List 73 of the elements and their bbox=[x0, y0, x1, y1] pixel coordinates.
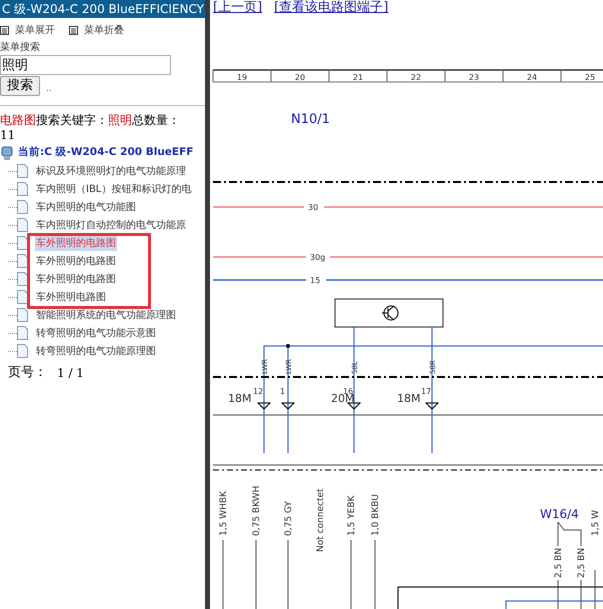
transistor-icon bbox=[382, 306, 398, 320]
ground-label: 20M bbox=[331, 392, 354, 405]
connector-symbol bbox=[424, 402, 440, 410]
tree-item[interactable]: 转弯照明的电气功能原理图 bbox=[35, 344, 157, 358]
search-label: 菜单搜索 bbox=[0, 42, 41, 54]
document-icon bbox=[17, 182, 28, 196]
menu-icon bbox=[69, 26, 78, 34]
wire-label: Not connectet bbox=[316, 488, 326, 552]
tree-root[interactable]: 当前:C 级-W204-C 200 BlueEFF bbox=[18, 145, 194, 161]
tree-item[interactable]: 转弯照明的电气功能示意图 bbox=[35, 326, 157, 340]
tree-item[interactable]: 车内照明的电气功能图 bbox=[35, 200, 137, 214]
document-icon bbox=[17, 236, 28, 250]
menu-link[interactable]: 菜单折叠 bbox=[84, 22, 124, 38]
category-label: 电路图 bbox=[0, 113, 36, 128]
document-icon bbox=[17, 164, 28, 178]
tree-item[interactable]: 标识及环境照明灯的电气功能原理 bbox=[35, 164, 187, 178]
document-icon bbox=[17, 254, 28, 268]
tree-item[interactable]: 车外照明电路图 bbox=[35, 290, 107, 304]
tree-item[interactable]: 车内照明灯自动控制的电气功能原 bbox=[35, 218, 187, 232]
search-button[interactable]: 搜索 bbox=[0, 76, 40, 96]
tree-item[interactable]: 车外照明的电路图 bbox=[35, 254, 117, 268]
column-number: 20 bbox=[294, 73, 306, 82]
computer-icon bbox=[1, 146, 15, 160]
document-icon bbox=[17, 344, 28, 358]
keyword-text: 照明 bbox=[108, 113, 132, 128]
wire-label: 0,75 BKWH bbox=[252, 486, 262, 536]
component-label: N10/1 bbox=[291, 112, 330, 127]
tree-item[interactable]: 车外照明的电路图 bbox=[35, 272, 117, 286]
separator-text: .. bbox=[46, 82, 52, 96]
count-text: 11 bbox=[0, 128, 16, 143]
wire-label: 1,5 WHBK bbox=[219, 491, 229, 536]
window-title: C 级-W204-C 200 BlueEFFICIENCY bbox=[0, 0, 205, 18]
wire-label: 2,5 BN bbox=[554, 548, 564, 578]
pin-number: 17 bbox=[421, 387, 432, 396]
search-field[interactable]: 照明 bbox=[0, 55, 171, 75]
pin-number: 1 bbox=[280, 387, 286, 396]
tree-item[interactable]: 智能照明系统的电气功能原理图 bbox=[35, 308, 177, 322]
column-number: 22 bbox=[410, 73, 422, 82]
column-number: 19 bbox=[236, 73, 248, 82]
connector-symbol bbox=[256, 402, 272, 410]
bus-label: 15 bbox=[310, 276, 320, 285]
bus-label: 30g bbox=[310, 253, 326, 262]
connector-symbol bbox=[346, 402, 362, 410]
menu-link[interactable]: 菜单展开 bbox=[15, 22, 55, 38]
wire-label: 2,5 BN bbox=[577, 548, 587, 578]
keyword-label: 搜索关键字： bbox=[36, 113, 108, 128]
document-icon bbox=[17, 218, 28, 232]
column-number: 23 bbox=[468, 73, 480, 82]
document-icon bbox=[17, 326, 28, 340]
menu-icon bbox=[0, 26, 9, 34]
wire-label: 1,0 BKBU bbox=[371, 494, 381, 536]
pin-number: 12 bbox=[253, 387, 264, 396]
wire-label: 1,5 W bbox=[591, 510, 601, 536]
ground-label: 18M bbox=[397, 392, 420, 405]
count-label: 总数量： bbox=[132, 113, 180, 128]
document-icon bbox=[17, 272, 28, 286]
nav-link[interactable]: [上一页] bbox=[213, 0, 262, 18]
column-number: 24 bbox=[526, 73, 538, 82]
document-icon bbox=[17, 200, 28, 214]
document-icon bbox=[17, 308, 28, 322]
page-number: 1 / 1 bbox=[57, 364, 84, 382]
page-label: 页号： bbox=[8, 364, 47, 382]
column-number: 25 bbox=[584, 73, 596, 82]
nav-link[interactable]: [查看该电路图端子] bbox=[274, 0, 388, 18]
document-icon bbox=[17, 290, 28, 304]
connector-symbol bbox=[280, 402, 296, 410]
column-number: 21 bbox=[352, 73, 364, 82]
bus-label: 30 bbox=[308, 203, 318, 212]
ground-label: 18M bbox=[228, 392, 252, 405]
harness-label: W16/4 bbox=[540, 507, 579, 521]
tree-item[interactable]: 车内照明（IBL）按钮和标识灯的电 bbox=[35, 182, 192, 196]
wire-label: 0,75 GY bbox=[284, 501, 294, 536]
wire-label: 1,5 YEBK bbox=[347, 496, 357, 536]
